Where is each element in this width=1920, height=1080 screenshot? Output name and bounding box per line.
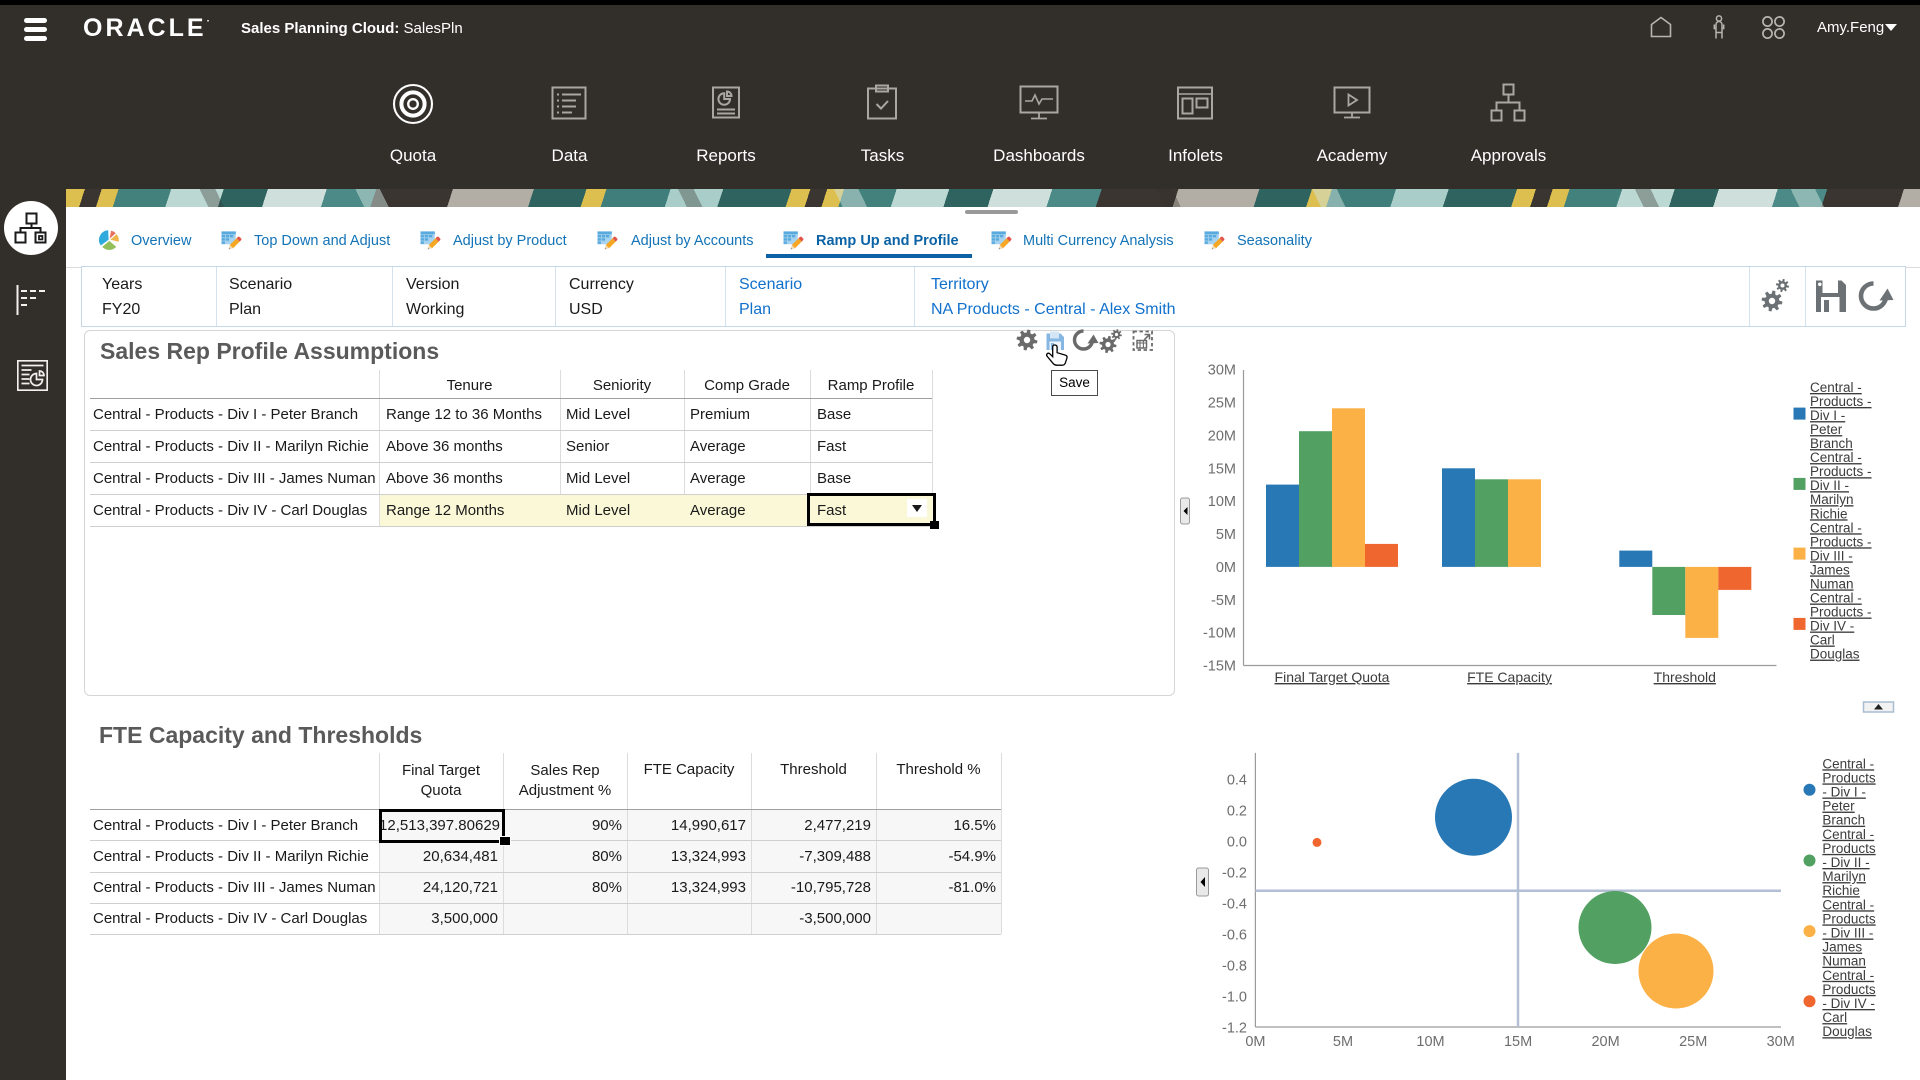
svg-text:Marilyn: Marilyn xyxy=(1810,492,1854,507)
svg-text:0.4: 0.4 xyxy=(1227,773,1247,789)
svg-text:-0.2: -0.2 xyxy=(1222,866,1247,882)
svg-text:0.2: 0.2 xyxy=(1227,804,1247,820)
svg-text:20M: 20M xyxy=(1208,428,1236,444)
svg-text:0M: 0M xyxy=(1216,560,1236,576)
svg-text:- Div II -: - Div II - xyxy=(1822,855,1869,870)
svg-text:Central -: Central - xyxy=(1810,450,1862,465)
svg-text:Products: Products xyxy=(1822,982,1876,997)
svg-text:Douglas: Douglas xyxy=(1810,647,1860,662)
svg-text:30M: 30M xyxy=(1208,363,1236,379)
svg-text:Final Target Quota: Final Target Quota xyxy=(1275,669,1390,685)
svg-text:-15M: -15M xyxy=(1203,659,1236,675)
svg-text:-0.6: -0.6 xyxy=(1222,928,1247,944)
svg-text:Products -: Products - xyxy=(1810,534,1872,549)
svg-text:Central -: Central - xyxy=(1822,827,1874,842)
svg-text:-0.4: -0.4 xyxy=(1222,897,1247,913)
svg-text:Carl: Carl xyxy=(1810,633,1835,648)
svg-text:Branch: Branch xyxy=(1822,813,1865,828)
svg-text:- Div IV -: - Div IV - xyxy=(1822,996,1875,1011)
svg-text:Products: Products xyxy=(1822,841,1876,856)
svg-text:-0.8: -0.8 xyxy=(1222,959,1247,975)
svg-text:FTE Capacity: FTE Capacity xyxy=(1467,669,1552,685)
svg-text:Products -: Products - xyxy=(1810,394,1872,409)
svg-text:Central -: Central - xyxy=(1822,756,1874,771)
svg-text:Richie: Richie xyxy=(1810,506,1848,521)
svg-text:Central -: Central - xyxy=(1822,897,1874,912)
svg-text:Numan: Numan xyxy=(1810,576,1854,591)
svg-text:Carl: Carl xyxy=(1822,1010,1847,1025)
svg-text:10M: 10M xyxy=(1416,1034,1444,1050)
svg-text:-1.2: -1.2 xyxy=(1222,1020,1247,1036)
svg-text:Products -: Products - xyxy=(1810,464,1872,479)
svg-text:Products -: Products - xyxy=(1810,605,1872,620)
svg-text:5M: 5M xyxy=(1216,527,1236,543)
svg-text:-10M: -10M xyxy=(1203,626,1236,642)
svg-text:Peter: Peter xyxy=(1822,799,1855,814)
svg-text:10M: 10M xyxy=(1208,494,1236,510)
svg-text:Div II -: Div II - xyxy=(1810,478,1849,493)
svg-text:Threshold: Threshold xyxy=(1654,669,1716,685)
svg-text:-1.0: -1.0 xyxy=(1222,990,1247,1006)
svg-text:-5M: -5M xyxy=(1211,593,1236,609)
svg-text:15M: 15M xyxy=(1208,461,1236,477)
svg-text:30M: 30M xyxy=(1767,1034,1795,1050)
svg-text:Central -: Central - xyxy=(1822,968,1874,983)
svg-text:0M: 0M xyxy=(1245,1034,1265,1050)
svg-text:Peter: Peter xyxy=(1810,422,1843,437)
svg-text:Div IV -: Div IV - xyxy=(1810,619,1854,634)
svg-text:Div III -: Div III - xyxy=(1810,548,1853,563)
svg-text:Central -: Central - xyxy=(1810,520,1862,535)
svg-text:Div I -: Div I - xyxy=(1810,408,1845,423)
svg-text:- Div I -: - Div I - xyxy=(1822,785,1866,800)
svg-text:15M: 15M xyxy=(1504,1034,1532,1050)
svg-text:Central -: Central - xyxy=(1810,380,1862,395)
svg-text:25M: 25M xyxy=(1679,1034,1707,1050)
svg-text:Branch: Branch xyxy=(1810,436,1853,451)
svg-text:25M: 25M xyxy=(1208,396,1236,412)
svg-text:Richie: Richie xyxy=(1822,883,1860,898)
svg-text:Products: Products xyxy=(1822,911,1876,926)
svg-text:Products: Products xyxy=(1822,770,1876,785)
svg-text:20M: 20M xyxy=(1591,1034,1619,1050)
svg-text:Marilyn: Marilyn xyxy=(1822,869,1866,884)
svg-text:Central -: Central - xyxy=(1810,591,1862,606)
svg-text:James: James xyxy=(1822,940,1862,955)
svg-text:Numan: Numan xyxy=(1822,954,1866,969)
svg-text:0.0: 0.0 xyxy=(1227,835,1247,851)
svg-text:James: James xyxy=(1810,562,1850,577)
svg-text:Douglas: Douglas xyxy=(1822,1024,1872,1039)
svg-text:5M: 5M xyxy=(1333,1034,1353,1050)
svg-text:- Div III -: - Div III - xyxy=(1822,926,1873,941)
